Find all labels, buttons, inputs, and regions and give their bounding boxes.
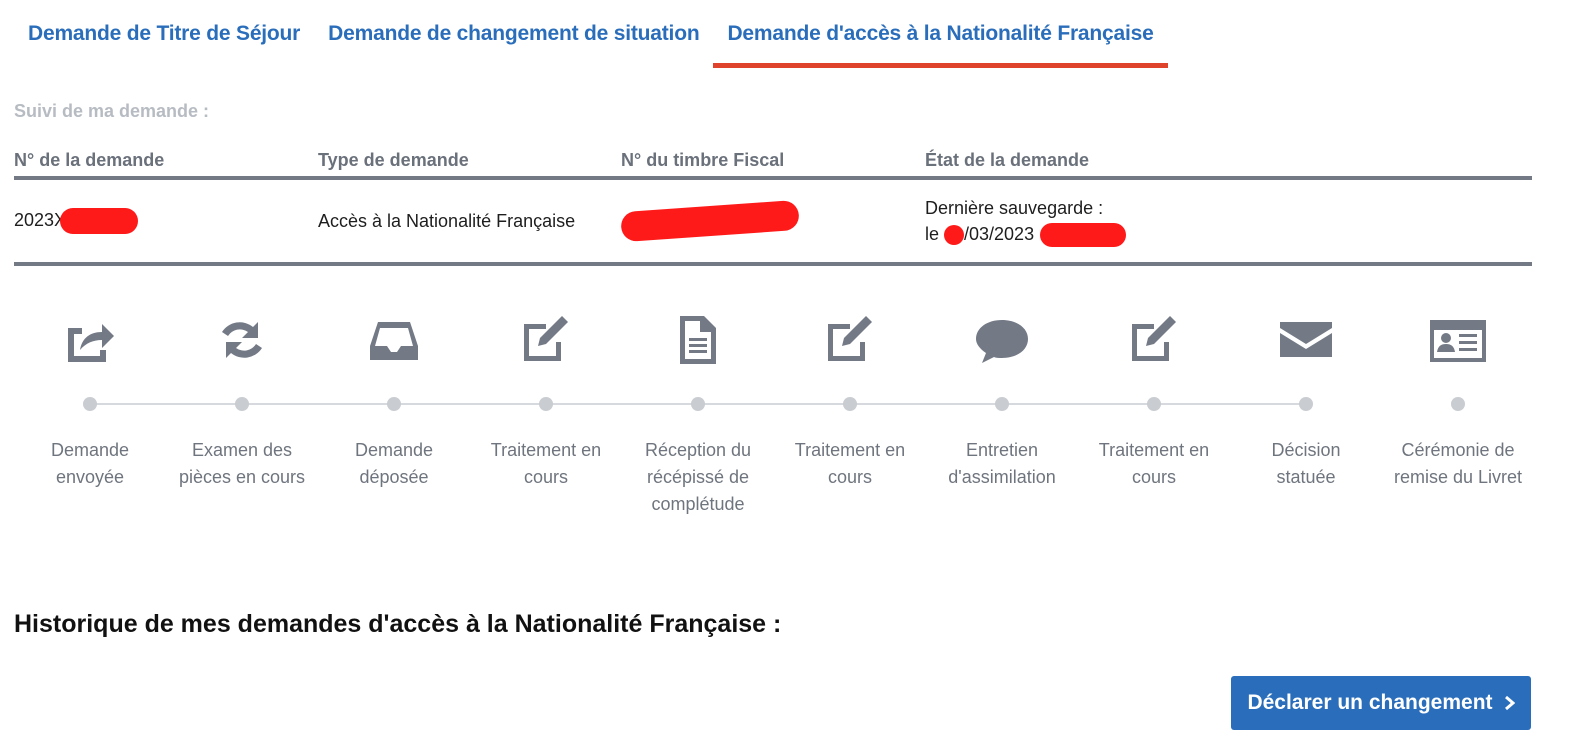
- step-label: Réception du récépissé de complétude: [644, 440, 752, 514]
- column-header: N° de la demande: [14, 150, 165, 170]
- step-label: Traitement en cours: [490, 440, 602, 487]
- request-state-cell: Dernière sauvegarde : le /03/2023: [925, 195, 1532, 248]
- step: Demande envoyée: [20, 300, 160, 491]
- redaction-mark: [60, 208, 139, 234]
- declare-change-label: Déclarer un changement: [1247, 691, 1493, 714]
- step-dot: [691, 397, 705, 411]
- step-dot: [1451, 397, 1465, 411]
- declare-change-button[interactable]: Déclarer un changement: [1231, 676, 1531, 730]
- step-label: Entretien d'assimilation: [948, 440, 1056, 487]
- table-row: 2023X Accès à la Nationalité Française D…: [14, 180, 1532, 266]
- step-label: Traitement en cours: [794, 440, 906, 487]
- id-card-icon: [1388, 300, 1528, 380]
- edit-icon: [1084, 300, 1224, 380]
- refresh-icon: [172, 300, 312, 380]
- chevron-right-icon: [1504, 695, 1515, 711]
- redaction-mark: [620, 199, 800, 243]
- step-dot: [995, 397, 1009, 411]
- fiscal-stamp-cell: [620, 199, 925, 243]
- step-dot: [539, 397, 553, 411]
- step: Traitement en cours: [476, 300, 616, 491]
- step: Traitement en cours: [780, 300, 920, 491]
- step-dot: [387, 397, 401, 411]
- step: Demande déposée: [324, 300, 464, 491]
- inbox-icon: [324, 300, 464, 380]
- tab-nationalite[interactable]: Demande d'accès à la Nationalité Françai…: [713, 0, 1168, 68]
- step-label: Traitement en cours: [1098, 440, 1210, 487]
- last-save-date: le /03/2023: [925, 221, 1532, 248]
- date-prefix: le: [925, 223, 945, 244]
- step-label: Cérémonie de remise du Livret: [1393, 440, 1523, 487]
- column-header: État de la demande: [925, 150, 1090, 170]
- progress-steps: Demande envoyée Examen des pièces en cou…: [14, 300, 1532, 530]
- step-dot: [83, 397, 97, 411]
- step-label: Décision statuée: [1271, 440, 1341, 487]
- step: Cérémonie de remise du Livret: [1388, 300, 1528, 491]
- table-header: N° de la demande Type de demande N° du t…: [14, 150, 1532, 180]
- step-dot: [1299, 397, 1313, 411]
- date-value: /03/2023: [964, 223, 1035, 244]
- redaction-mark: [944, 225, 965, 246]
- tracking-title: Suivi de ma demande :: [14, 101, 210, 121]
- step-dot: [1147, 397, 1161, 411]
- request-type: Accès à la Nationalité Française: [318, 210, 576, 231]
- step: Entretien d'assimilation: [932, 300, 1072, 491]
- step: Examen des pièces en cours: [172, 300, 312, 491]
- redaction-mark: [1040, 223, 1127, 248]
- step-label: Examen des pièces en cours: [178, 440, 306, 487]
- step: Traitement en cours: [1084, 300, 1224, 491]
- step-dot: [843, 397, 857, 411]
- column-header: Type de demande: [318, 150, 469, 170]
- edit-icon: [780, 300, 920, 380]
- speech-bubble-icon: [932, 300, 1072, 380]
- tracking-table: N° de la demande Type de demande N° du t…: [14, 150, 1532, 266]
- last-save-label: Dernière sauvegarde :: [925, 197, 1104, 218]
- tab-bar: Demande de Titre de Séjour Demande de ch…: [14, 0, 1168, 68]
- envelope-icon: [1236, 300, 1376, 380]
- step-label: Demande envoyée: [50, 440, 130, 487]
- history-title: Historique de mes demandes d'accès à la …: [14, 610, 782, 638]
- request-number: 2023X: [14, 209, 67, 230]
- step-label: Demande déposée: [354, 440, 434, 487]
- tab-titre-sejour[interactable]: Demande de Titre de Séjour: [14, 0, 314, 68]
- column-header: N° du timbre Fiscal: [621, 150, 785, 170]
- edit-icon: [476, 300, 616, 380]
- share-icon: [20, 300, 160, 380]
- step-dot: [235, 397, 249, 411]
- step: Décision statuée: [1236, 300, 1376, 491]
- request-number-cell: 2023X: [14, 208, 318, 234]
- step: Réception du récépissé de complétude: [628, 300, 768, 518]
- tab-changement-situation[interactable]: Demande de changement de situation: [314, 0, 713, 68]
- document-icon: [628, 300, 768, 380]
